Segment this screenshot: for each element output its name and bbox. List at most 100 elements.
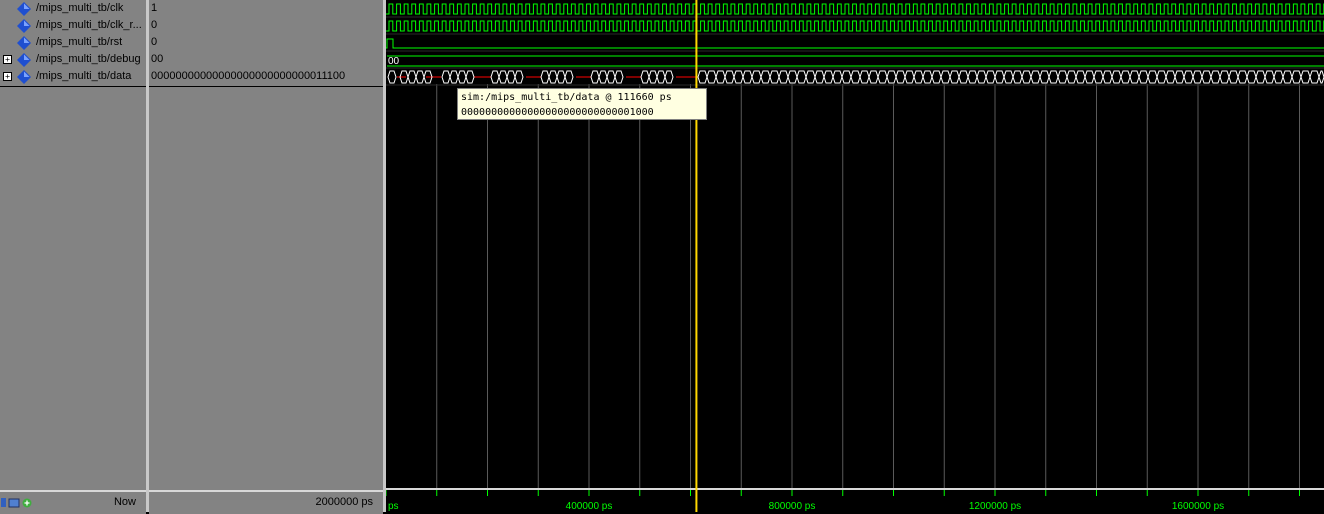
bus-value: [564, 70, 574, 84]
bus-value: [415, 70, 425, 84]
signal-row[interactable]: /mips_multi_tb/rst: [0, 34, 146, 51]
signal-row[interactable]: /mips_multi_tb/clk: [0, 0, 146, 17]
signal-diamond-icon: [17, 53, 31, 67]
bus-value: [1156, 70, 1167, 84]
bus-value: [1120, 70, 1131, 84]
tooltip-line-2: 00000000000000000000000000001000: [461, 107, 654, 118]
time-axis: ps 400000 ps 800000 ps 1200000 ps 1600000 ps: [386, 488, 1324, 512]
value-row[interactable]: 1: [149, 0, 383, 17]
bus-value: [760, 70, 771, 84]
bus-value: [590, 70, 600, 84]
bus-value: [490, 70, 500, 84]
bus-value: [985, 70, 996, 84]
row-divider: [149, 86, 383, 87]
signal-row[interactable]: + /mips_multi_tb/debug: [0, 51, 146, 68]
value-row[interactable]: 00: [149, 51, 383, 68]
value-row[interactable]: 0: [149, 34, 383, 51]
bus-value: [1264, 70, 1275, 84]
bus-value: [656, 70, 666, 84]
bus-value: [814, 70, 825, 84]
signal-name[interactable]: /mips_multi_tb/rst: [36, 36, 122, 48]
bus-value: [931, 70, 942, 84]
bus-value: [1219, 70, 1230, 84]
window-icon: [8, 498, 20, 508]
bus-value: [1021, 70, 1032, 84]
bus-value: [895, 70, 906, 84]
bus-value: [724, 70, 735, 84]
bus-value: [498, 70, 508, 84]
bus-value: [1183, 70, 1194, 84]
value-row[interactable]: 00000000000000000000000000011100: [149, 68, 383, 85]
bus-value: [1210, 70, 1221, 84]
bus-value: [868, 70, 879, 84]
bus-value: [877, 70, 888, 84]
signal-diamond-icon: [17, 2, 31, 16]
wave-tooltip: sim:/mips_multi_tb/data @ 111660 ps 0000…: [457, 88, 707, 120]
expand-icon[interactable]: +: [3, 72, 12, 81]
bus-value: [742, 70, 753, 84]
row-divider: [0, 86, 146, 87]
signal-name[interactable]: /mips_multi_tb/debug: [36, 53, 141, 65]
bus-value: [1282, 70, 1293, 84]
bus-value: [1318, 70, 1324, 84]
bus-value: [640, 70, 650, 84]
signal-name[interactable]: /mips_multi_tb/clk_r...: [36, 19, 142, 31]
axis-tick-label: 1600000 ps: [1172, 501, 1224, 512]
value-row[interactable]: 0: [149, 17, 383, 34]
bus-value: [751, 70, 762, 84]
bus-value: [457, 70, 467, 84]
bus-value: [664, 70, 674, 84]
bus-value: [1165, 70, 1176, 84]
bus-value: [994, 70, 1005, 84]
clk-trace: [386, 3, 1324, 15]
toolbar-icons[interactable]: [1, 497, 35, 509]
bus-value: [1048, 70, 1059, 84]
bus-value: [1084, 70, 1095, 84]
axis-tick-label: ps: [388, 501, 399, 512]
debug-bus-label: 00: [388, 56, 400, 67]
bus-value: [1129, 70, 1140, 84]
axis-tick-label: 400000 ps: [566, 501, 613, 512]
bus-value: [715, 70, 726, 84]
bus-value: [1228, 70, 1239, 84]
clk-r-trace: [386, 20, 1324, 32]
bus-value: [441, 70, 451, 84]
signal-name[interactable]: /mips_multi_tb/data: [36, 70, 131, 82]
axis-tick-label: 1200000 ps: [969, 501, 1021, 512]
now-value: 2000000 ps: [315, 496, 374, 508]
bus-value: [823, 70, 834, 84]
signal-row[interactable]: + /mips_multi_tb/data: [0, 68, 146, 85]
signal-value: 0: [151, 36, 158, 48]
bus-value: [904, 70, 915, 84]
rst-trace: [386, 38, 1324, 49]
wave-traces: [386, 3, 1324, 84]
bus-value: [506, 70, 516, 84]
bus-value: [1102, 70, 1113, 84]
bus-value: [514, 70, 524, 84]
expand-icon[interactable]: +: [3, 55, 12, 64]
axis-tick-label: 800000 ps: [769, 501, 816, 512]
bus-value: [976, 70, 987, 84]
debug-trace: [387, 55, 1324, 67]
waveform-pane[interactable]: ps 400000 ps 800000 ps 1200000 ps 1600000 ps…: [386, 0, 1324, 512]
bus-value: [449, 70, 459, 84]
bus-value: [540, 70, 550, 84]
signal-name[interactable]: /mips_multi_tb/clk: [36, 2, 123, 14]
bus-value: [769, 70, 780, 84]
bus-value: [556, 70, 566, 84]
signal-value: 0: [151, 19, 158, 31]
zoom-icon: [1, 498, 6, 507]
bus-value: [1066, 70, 1077, 84]
bus-value: [787, 70, 798, 84]
bus-value: [606, 70, 616, 84]
signal-values-pane: 1 0 0 00 00000000000000000000000000011100 20…: [149, 0, 383, 514]
now-label: Now: [113, 496, 136, 508]
signal-row[interactable]: /mips_multi_tb/clk_r...: [0, 17, 146, 34]
signal-names-pane: /mips_multi_tb/clk/mips_multi_tb/clk_r..…: [0, 0, 146, 514]
signal-value: 00: [151, 53, 164, 65]
bus-value: [778, 70, 789, 84]
bus-value: [850, 70, 861, 84]
bus-value: [886, 70, 897, 84]
bus-value: [859, 70, 870, 84]
bus-value: [922, 70, 933, 84]
